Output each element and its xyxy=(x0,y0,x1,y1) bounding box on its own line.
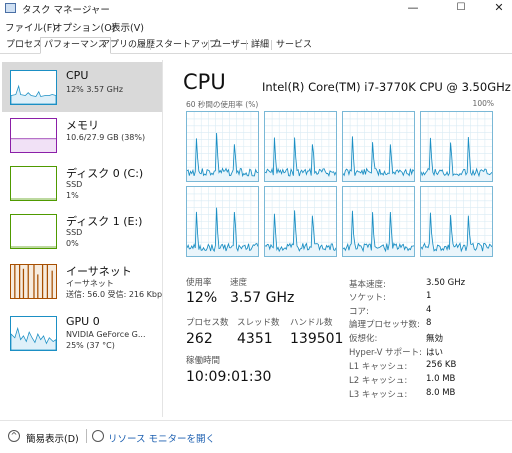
spec-sockets-label: ソケット: xyxy=(349,293,386,303)
graph-max-label: 100% xyxy=(472,99,494,108)
utilization-value: 12% xyxy=(186,290,218,306)
sidebar-gpu-model: NVIDIA GeForce G... xyxy=(66,330,146,339)
logical-processor-graph-3 xyxy=(420,111,493,182)
cpu-graph-icon xyxy=(10,70,57,105)
tab-details[interactable]: 詳細 xyxy=(247,37,273,54)
menu-file[interactable]: ファイル(F) xyxy=(5,20,56,34)
sidebar-gpu-label: GPU 0 xyxy=(66,315,100,328)
sidebar-gpu-usage: 25% (37 °C) xyxy=(66,341,115,350)
spec-l1-cache-label: L1 キャッシュ: xyxy=(349,362,408,372)
handles-value: 139501 xyxy=(290,331,344,347)
threads-label: スレッド数 xyxy=(237,318,280,328)
spec-hyperv-value: はい xyxy=(426,348,444,358)
menu-options[interactable]: オプション(O) xyxy=(53,20,115,34)
close-button[interactable]: ✕ xyxy=(484,0,512,17)
minimize-button[interactable]: — xyxy=(398,0,428,17)
page-title: CPU xyxy=(183,70,226,94)
sidebar-cpu-label: CPU xyxy=(66,69,89,82)
sidebar-ethernet-adapter: イーサネット xyxy=(66,279,114,288)
footer-divider xyxy=(86,429,87,443)
processes-label: プロセス数 xyxy=(186,318,229,328)
sidebar-item-gpu[interactable]: GPU 0 NVIDIA GeForce G... 25% (37 °C) xyxy=(2,308,162,358)
maximize-button[interactable]: ☐ xyxy=(446,0,476,17)
sidebar-item-ethernet[interactable]: イーサネット イーサネット 送信: 56.0 受信: 216 Kbp xyxy=(2,256,162,306)
threads-value: 4351 xyxy=(237,331,273,347)
spec-virtualization-value: 無効 xyxy=(426,334,444,344)
sidebar-item-disk-0[interactable]: ディスク 0 (C:) SSD 1% xyxy=(2,158,162,208)
uptime-value: 10:09:01:30 xyxy=(186,369,272,385)
spec-logical-processors-value: 8 xyxy=(426,318,432,328)
footer-bar: ^ 簡易表示(D) リソース モニターを開く xyxy=(0,420,512,453)
resource-monitor-icon[interactable] xyxy=(92,430,104,442)
sidebar-cpu-usage: 12% 3.57 GHz xyxy=(66,85,124,94)
sidebar-ethernet-throughput: 送信: 56.0 受信: 216 Kbp xyxy=(66,290,163,299)
processes-value: 262 xyxy=(186,331,213,347)
resource-sidebar: CPU 12% 3.57 GHz メモリ 10.6/27.9 GB (38%) … xyxy=(2,60,163,417)
spec-cores-label: コア: xyxy=(349,307,369,317)
gpu-graph-icon xyxy=(10,316,57,351)
speed-value: 3.57 GHz xyxy=(230,290,295,306)
spec-hyperv-label: Hyper-V サポート: xyxy=(349,348,422,358)
sidebar-disk-1-type: SSD xyxy=(66,228,83,237)
uptime-label: 稼働時間 xyxy=(186,356,221,366)
window-title: タスク マネージャー xyxy=(22,5,110,16)
spec-sockets-value: 1 xyxy=(426,291,432,301)
fewer-details-button[interactable]: 簡易表示(D) xyxy=(26,431,79,445)
task-manager-icon xyxy=(5,3,16,13)
sidebar-disk-0-usage: 1% xyxy=(66,191,79,200)
open-resource-monitor-link[interactable]: リソース モニターを開く xyxy=(108,431,215,445)
logical-processor-graph-4 xyxy=(186,186,259,257)
speed-label: 速度 xyxy=(230,278,248,288)
chevron-up-icon[interactable]: ^ xyxy=(8,430,20,442)
cpu-model-name: Intel(R) Core(TM) i7-3770K CPU @ 3.50GHz xyxy=(262,80,511,94)
spec-base-speed-value: 3.50 GHz xyxy=(426,278,466,288)
spec-l3-cache-value: 8.0 MB xyxy=(426,388,456,398)
menu-bar: ファイル(F) オプション(O) 表示(V) xyxy=(0,17,512,34)
tab-services[interactable]: サービス xyxy=(272,37,316,54)
logical-processor-graph-6 xyxy=(342,186,415,257)
graph-axis-label: 60 秒間の使用率 (%) xyxy=(186,100,259,109)
sidebar-item-memory[interactable]: メモリ 10.6/27.9 GB (38%) xyxy=(2,110,162,160)
memory-graph-icon xyxy=(10,118,57,153)
sidebar-disk-0-type: SSD xyxy=(66,180,83,189)
spec-l2-cache-label: L2 キャッシュ: xyxy=(349,376,408,386)
disk-graph-icon xyxy=(10,166,57,201)
sidebar-disk-1-label: ディスク 1 (E:) xyxy=(66,215,143,228)
logical-processor-graph-7 xyxy=(420,186,493,257)
menu-view[interactable]: 表示(V) xyxy=(111,20,144,34)
logical-processor-graph-0 xyxy=(186,111,259,182)
spec-l2-cache-value: 1.0 MB xyxy=(426,374,456,384)
ethernet-graph-icon xyxy=(10,264,57,299)
spec-l1-cache-value: 256 KB xyxy=(426,360,457,370)
sidebar-item-disk-1[interactable]: ディスク 1 (E:) SSD 0% xyxy=(2,206,162,256)
sidebar-disk-1-usage: 0% xyxy=(66,239,79,248)
sidebar-disk-0-label: ディスク 0 (C:) xyxy=(66,167,144,180)
logical-processor-graph-5 xyxy=(264,186,337,257)
disk-graph-icon xyxy=(10,214,57,249)
sidebar-ethernet-label: イーサネット xyxy=(66,265,132,278)
spec-cores-value: 4 xyxy=(426,305,432,315)
spec-l3-cache-label: L3 キャッシュ: xyxy=(349,390,408,400)
logical-processor-graph-1 xyxy=(264,111,337,182)
spec-base-speed-label: 基本速度: xyxy=(349,280,386,290)
tab-bar: プロセス パフォーマンス アプリの履歴 スタートアップ ユーザー 詳細 サービス xyxy=(0,36,512,54)
utilization-label: 使用率 xyxy=(186,278,212,288)
logical-processor-graph-2 xyxy=(342,111,415,182)
sidebar-memory-label: メモリ xyxy=(66,119,99,132)
sidebar-item-cpu[interactable]: CPU 12% 3.57 GHz xyxy=(2,62,162,112)
title-bar: タスク マネージャー — ☐ ✕ xyxy=(0,0,512,17)
handles-label: ハンドル数 xyxy=(290,318,333,328)
sidebar-memory-usage: 10.6/27.9 GB (38%) xyxy=(66,133,146,142)
spec-logical-processors-label: 論理プロセッサ数: xyxy=(349,320,420,330)
spec-virtualization-label: 仮想化: xyxy=(349,334,378,344)
